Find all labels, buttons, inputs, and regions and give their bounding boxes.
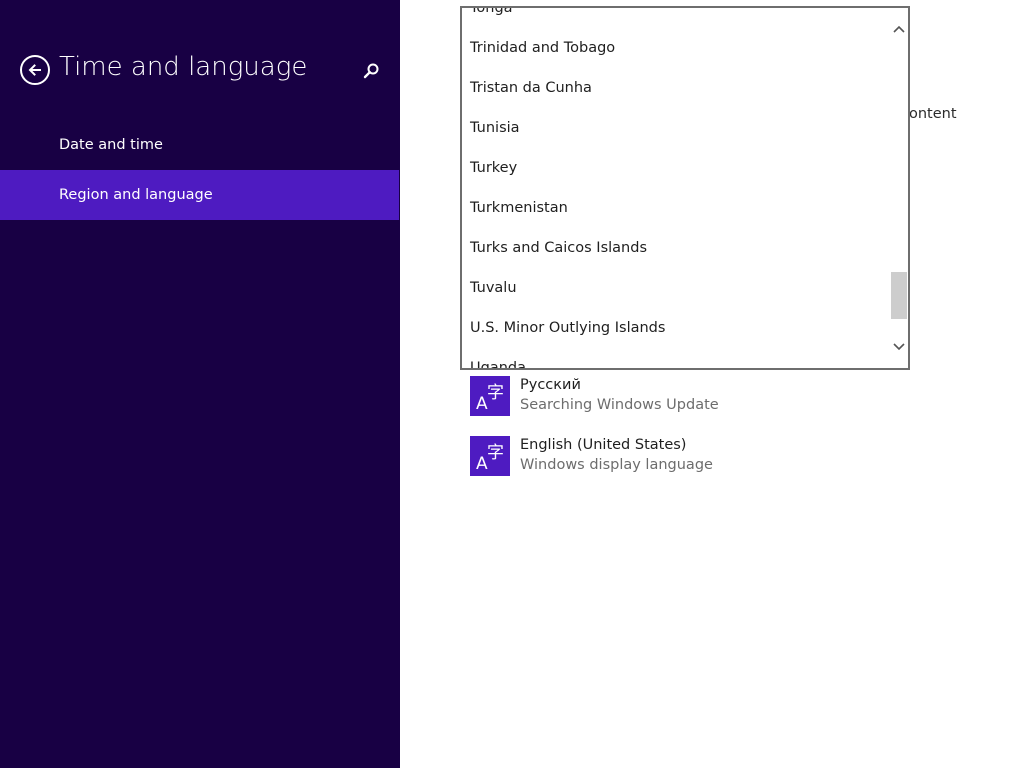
chevron-down-icon (893, 343, 905, 351)
search-icon (363, 63, 379, 79)
nav-item-date-and-time[interactable]: Date and time (0, 120, 399, 170)
page-title: Time and language (59, 52, 308, 82)
dropdown-option-tonga[interactable]: Tonga (462, 8, 890, 28)
language-name: English (United States) (520, 437, 687, 453)
dropdown-option-uganda[interactable]: Uganda (462, 348, 890, 368)
dropdown-option-trinidad-and-tobago[interactable]: Trinidad and Tobago (462, 28, 890, 68)
nav-item-label: Region and language (59, 187, 213, 203)
language-item-russian[interactable]: A 字 Русский Searching Windows Update (470, 375, 890, 419)
scrollbar-thumb[interactable] (891, 272, 907, 319)
partially-hidden-text: ontent (909, 106, 957, 122)
nav-item-region-and-language[interactable]: Region and language (0, 170, 399, 220)
country-dropdown-list[interactable]: Tonga Trinidad and Tobago Tristan da Cun… (460, 6, 910, 370)
language-icon: A 字 (470, 436, 510, 476)
language-status: Windows display language (520, 457, 713, 473)
dropdown-option-tristan-da-cunha[interactable]: Tristan da Cunha (462, 68, 890, 108)
dropdown-option-turkey[interactable]: Turkey (462, 148, 890, 188)
language-icon: A 字 (470, 376, 510, 416)
dropdown-option-us-minor-outlying-islands[interactable]: U.S. Minor Outlying Islands (462, 308, 890, 348)
nav-item-label: Date and time (59, 137, 163, 153)
chevron-up-icon (893, 25, 905, 33)
navigation-pane: Time and language Date and time Region a… (0, 0, 400, 768)
settings-window: Time and language Date and time Region a… (0, 0, 1024, 768)
back-arrow-icon (28, 64, 41, 76)
dropdown-option-turks-and-caicos[interactable]: Turks and Caicos Islands (462, 228, 890, 268)
language-name: Русский (520, 377, 581, 393)
dropdown-option-tuvalu[interactable]: Tuvalu (462, 268, 890, 308)
dropdown-options: Tonga Trinidad and Tobago Tristan da Cun… (462, 8, 890, 368)
svg-text:字: 字 (487, 443, 504, 463)
scroll-down-button[interactable] (890, 336, 908, 358)
dropdown-option-turkmenistan[interactable]: Turkmenistan (462, 188, 890, 228)
dropdown-option-tunisia[interactable]: Tunisia (462, 108, 890, 148)
back-button[interactable] (20, 55, 50, 85)
svg-text:字: 字 (487, 383, 504, 403)
dropdown-scrollbar[interactable] (890, 8, 908, 368)
search-button[interactable] (360, 60, 382, 82)
language-item-english[interactable]: A 字 English (United States) Windows disp… (470, 435, 890, 479)
scroll-up-button[interactable] (890, 18, 908, 40)
language-status: Searching Windows Update (520, 397, 719, 413)
